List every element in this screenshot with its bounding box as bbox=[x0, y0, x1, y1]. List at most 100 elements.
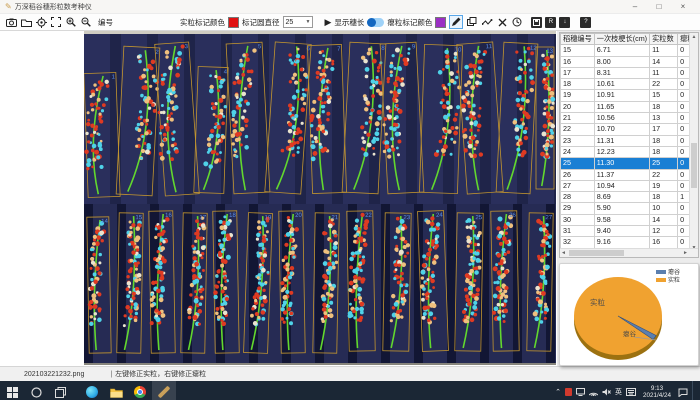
show-desktop-strip[interactable] bbox=[692, 381, 696, 400]
chrome-browser-icon[interactable] bbox=[128, 381, 152, 400]
scroll-right-icon[interactable]: ► bbox=[683, 250, 688, 256]
close-button[interactable]: × bbox=[671, 0, 695, 13]
scanned-panicle-image[interactable]: 1234567891011121314151617181920212223242… bbox=[84, 31, 556, 365]
hidden-icons-chevron[interactable]: ⌃ bbox=[555, 388, 561, 396]
main-area: 1234567891011121314151617181920212223242… bbox=[0, 31, 700, 366]
start-button[interactable] bbox=[0, 381, 24, 400]
zoom-in-icon[interactable] bbox=[65, 16, 77, 28]
table-header-row: 稻穗编号一次枝梗长(cm)实粒数瘪粒 bbox=[561, 34, 697, 45]
svg-text:22: 22 bbox=[365, 213, 372, 219]
security-alert-icon[interactable] bbox=[565, 388, 572, 396]
svg-text:20: 20 bbox=[295, 213, 302, 219]
open-folder-icon[interactable] bbox=[20, 16, 32, 28]
system-tray: ⌃ 英 9:13 2021/4/24 bbox=[555, 381, 700, 400]
scroll-left-icon[interactable]: ◄ bbox=[561, 250, 566, 256]
app-window: ✎ 万深稻谷穗形粒数考种仪 – □ × 编号 实粒标记颜色 标记 bbox=[0, 0, 700, 400]
taskbar-clock[interactable]: 9:13 2021/4/24 bbox=[640, 385, 674, 399]
filled-mark-color-swatch[interactable] bbox=[228, 17, 239, 28]
hscroll-thumb[interactable] bbox=[569, 250, 624, 256]
minimize-button[interactable]: – bbox=[623, 0, 647, 13]
table-row[interactable]: 2210.70170 bbox=[561, 124, 697, 135]
svg-text:3: 3 bbox=[184, 44, 188, 50]
table-row[interactable]: 2110.56130 bbox=[561, 113, 697, 124]
fullscreen-icon[interactable] bbox=[50, 16, 62, 28]
ime-language-indicator[interactable]: 英 bbox=[615, 387, 622, 397]
svg-text:6: 6 bbox=[306, 46, 310, 52]
table-row[interactable]: 309.58140 bbox=[561, 214, 697, 225]
display-icon[interactable] bbox=[576, 388, 585, 396]
table-row[interactable]: 2611.37220 bbox=[561, 169, 697, 180]
svg-text:8: 8 bbox=[381, 46, 385, 52]
toolbar: 编号 实粒标记颜色 标记圆直径 25 ▼ ▶ 显示穗长 瘪粒标记颜色 bbox=[0, 14, 700, 31]
search-button[interactable] bbox=[24, 381, 48, 400]
vscroll-thumb[interactable] bbox=[691, 143, 697, 188]
table-row[interactable]: 2511.30250 bbox=[561, 158, 697, 169]
report-icon[interactable]: R bbox=[545, 17, 556, 28]
svg-text:7: 7 bbox=[337, 46, 341, 52]
svg-text:24: 24 bbox=[436, 213, 444, 219]
svg-text:23: 23 bbox=[403, 215, 410, 221]
run-button[interactable]: ▶ bbox=[325, 17, 332, 28]
table-row[interactable]: 329.16160 bbox=[561, 237, 697, 248]
table-row[interactable]: 2412.23180 bbox=[561, 146, 697, 157]
delete-x-icon[interactable] bbox=[496, 16, 508, 28]
table-row[interactable]: 319.40120 bbox=[561, 226, 697, 237]
panicle-detection-overlay: 1234567891011121314151617181920212223242… bbox=[84, 31, 556, 365]
table-row[interactable]: 1910.91150 bbox=[561, 90, 697, 101]
table-vertical-scrollbar[interactable]: ▲ ▼ bbox=[689, 33, 698, 252]
status-bar: 202103221232.png | 左键修正实粒，右键修正瘪粒 bbox=[0, 366, 700, 381]
help-icon[interactable]: ? bbox=[580, 17, 591, 28]
svg-text:实粒: 实粒 bbox=[668, 276, 680, 284]
copy-layers-icon[interactable] bbox=[466, 16, 478, 28]
empty-mark-color-swatch[interactable] bbox=[435, 17, 446, 28]
grain-app-taskbar-icon[interactable] bbox=[152, 381, 176, 400]
filled-mark-color-label: 实粒标记颜色 bbox=[180, 17, 225, 28]
svg-text:16: 16 bbox=[165, 213, 172, 219]
empty-mark-color-label: 瘪粒标记颜色 bbox=[387, 17, 432, 28]
export-icon[interactable]: ↓ bbox=[559, 17, 570, 28]
svg-text:瘪谷: 瘪谷 bbox=[623, 329, 637, 338]
windows-taskbar: ⌃ 英 9:13 2021/4/24 bbox=[0, 381, 700, 400]
save-icon[interactable] bbox=[531, 17, 542, 28]
volume-icon[interactable] bbox=[602, 388, 611, 396]
mark-circle-diameter-select[interactable]: 25 ▼ bbox=[283, 16, 313, 28]
title-bar: ✎ 万深稻谷穗形粒数考种仪 – □ × bbox=[0, 0, 700, 14]
edge-browser-icon[interactable] bbox=[80, 381, 104, 400]
action-center-icon[interactable] bbox=[678, 388, 688, 397]
svg-text:27: 27 bbox=[545, 215, 552, 221]
table-row[interactable]: 288.69181 bbox=[561, 192, 697, 203]
svg-text:18: 18 bbox=[229, 213, 236, 219]
zoom-out-icon[interactable] bbox=[80, 16, 92, 28]
table-row[interactable]: 178.31110 bbox=[561, 67, 697, 78]
maximize-button[interactable]: □ bbox=[647, 0, 671, 13]
locate-target-icon[interactable] bbox=[35, 16, 47, 28]
table-row[interactable]: 2011.65180 bbox=[561, 101, 697, 112]
file-explorer-icon[interactable] bbox=[104, 381, 128, 400]
image-canvas-area[interactable]: 1234567891011121314151617181920212223242… bbox=[0, 31, 557, 366]
numbering-button[interactable]: 编号 bbox=[95, 17, 116, 28]
grain-ratio-pie-panel: 实粒瘪谷瘪谷实粒 bbox=[559, 263, 699, 366]
mark-circle-diameter-label: 标记圆直径 bbox=[242, 17, 280, 28]
table-row[interactable]: 295.90100 bbox=[561, 203, 697, 214]
table-row[interactable]: 168.00140 bbox=[561, 56, 697, 67]
polyline-measure-icon[interactable] bbox=[481, 16, 493, 28]
scroll-up-icon[interactable]: ▲ bbox=[690, 34, 698, 40]
clock-time: 9:13 bbox=[643, 385, 671, 392]
table-row[interactable]: 1810.61220 bbox=[561, 79, 697, 90]
task-view-button[interactable] bbox=[48, 381, 72, 400]
results-table: 稻穗编号一次枝梗长(cm)实粒数瘪粒 156.71110168.00140178… bbox=[560, 33, 697, 258]
table-row[interactable]: 156.71110 bbox=[561, 45, 697, 56]
touch-keyboard-icon[interactable] bbox=[626, 388, 636, 396]
window-title: 万深稻谷穗形粒数考种仪 bbox=[15, 2, 92, 12]
pen-edit-tool[interactable] bbox=[449, 15, 463, 29]
svg-text:14: 14 bbox=[101, 219, 108, 225]
table-row[interactable]: 2710.94190 bbox=[561, 180, 697, 191]
pencil-app-icon: ✎ bbox=[5, 2, 12, 11]
history-clock-icon[interactable] bbox=[511, 16, 523, 28]
camera-icon[interactable] bbox=[5, 16, 17, 28]
network-icon[interactable] bbox=[589, 388, 598, 396]
table-row[interactable]: 2311.31180 bbox=[561, 135, 697, 146]
show-panicle-length-toggle[interactable] bbox=[367, 18, 384, 27]
table-horizontal-scrollbar[interactable]: ◄ ► bbox=[560, 248, 698, 257]
svg-text:1: 1 bbox=[112, 74, 116, 80]
